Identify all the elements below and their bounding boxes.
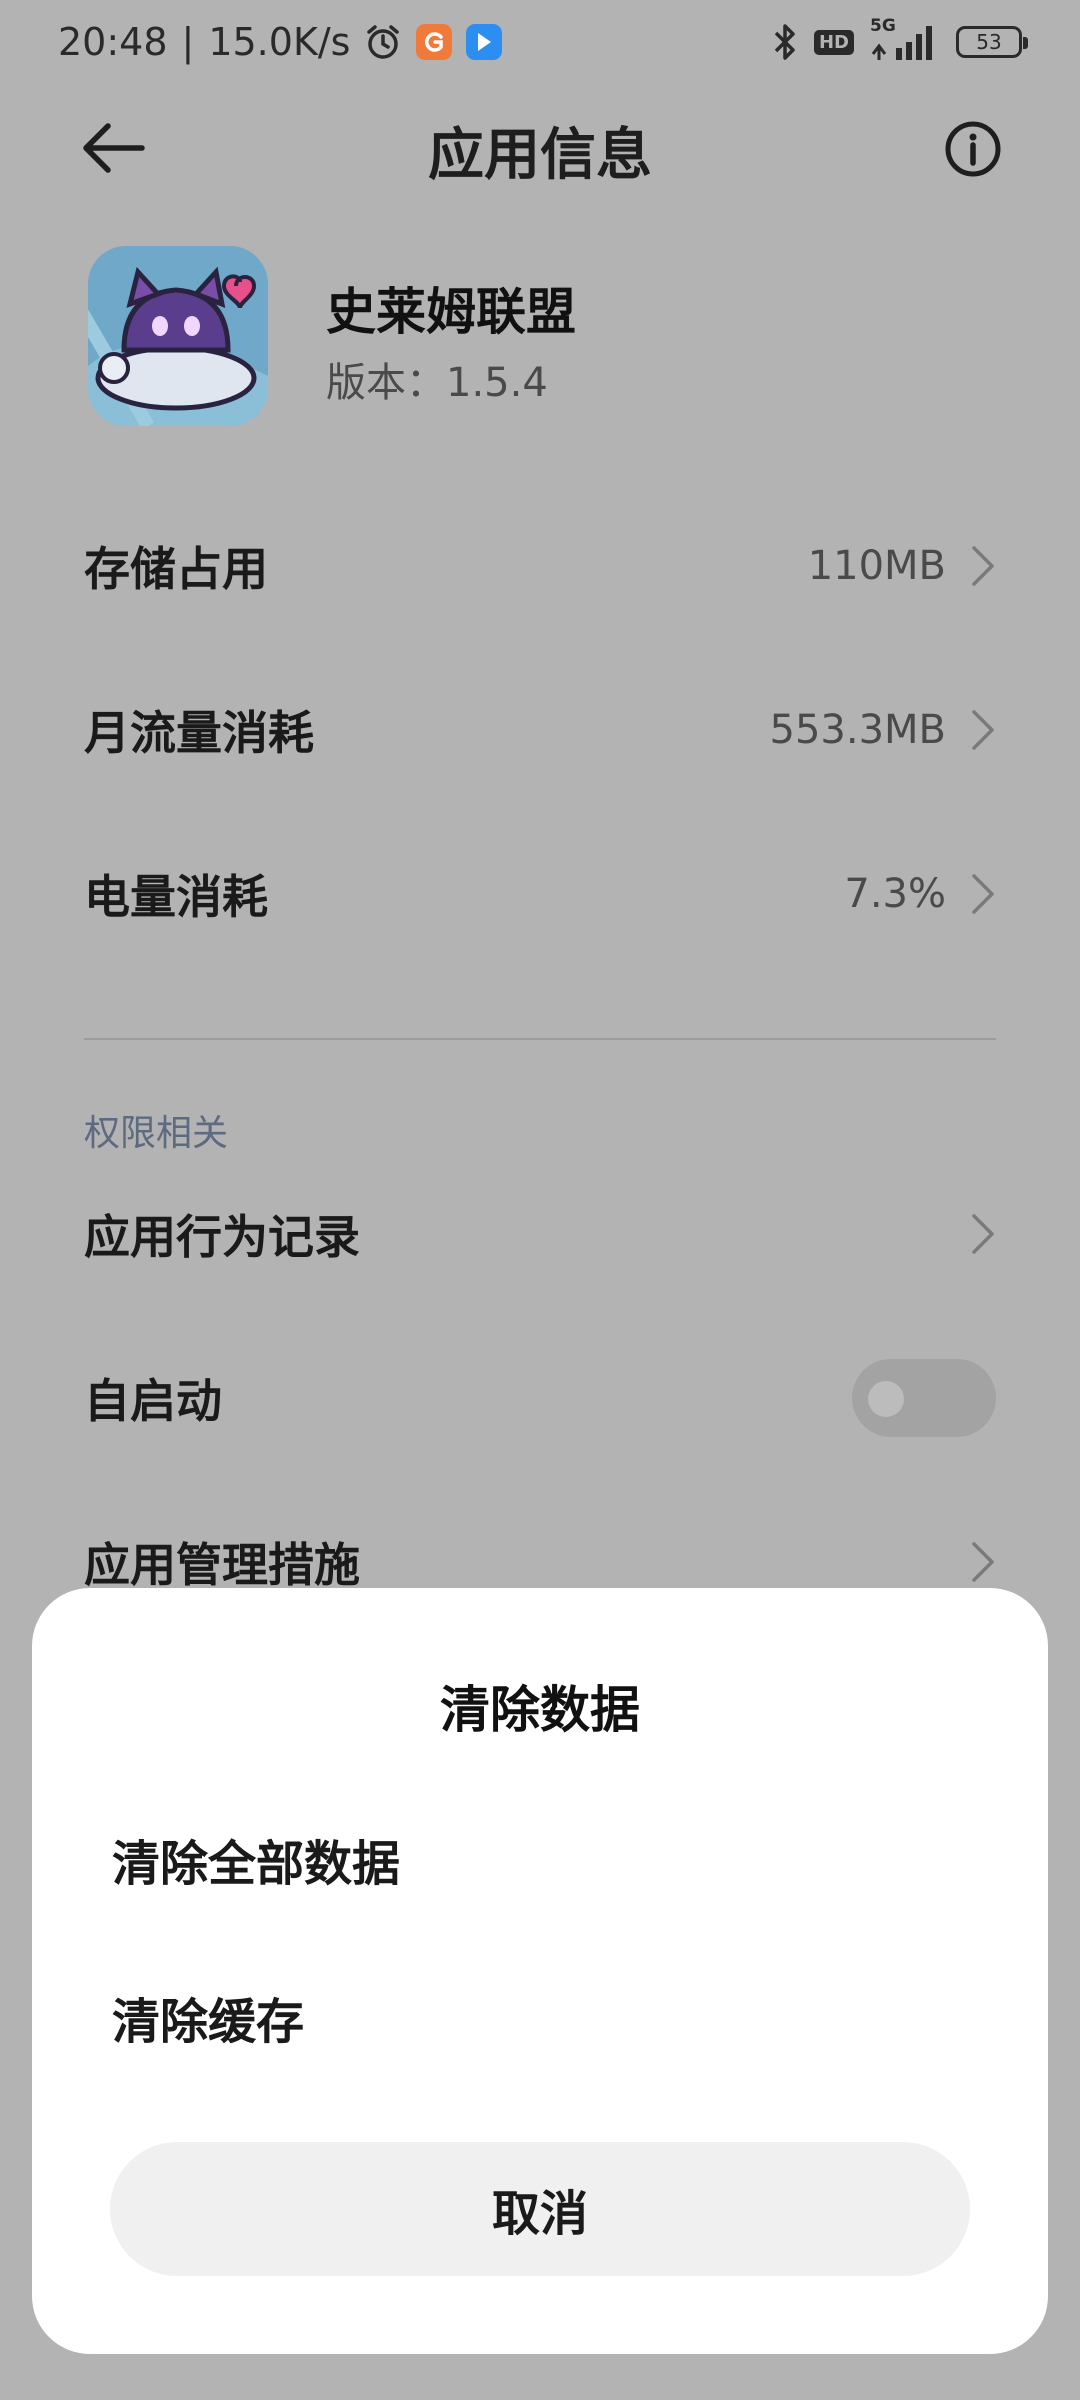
chevron-right-icon xyxy=(972,874,994,914)
row-label: 电量消耗 xyxy=(84,870,268,924)
bluetooth-icon xyxy=(772,22,798,62)
clear-all-data-option[interactable]: 清除全部数据 xyxy=(112,1814,972,1904)
clear-cache-option[interactable]: 清除缓存 xyxy=(112,1972,972,2062)
row-data-usage[interactable]: 月流量消耗 553.3MB xyxy=(84,680,996,780)
status-bar: 20:48 | 15.0K/s HD 5G 53 xyxy=(0,0,1080,84)
battery-icon: 53 xyxy=(956,26,1028,58)
network-type-label: 5G xyxy=(870,16,896,36)
row-label: 自启动 xyxy=(84,1374,222,1428)
row-label: 月流量消耗 xyxy=(84,706,314,760)
info-icon xyxy=(945,121,1001,177)
info-button[interactable] xyxy=(944,120,1002,178)
status-time: 20:48 xyxy=(58,20,168,64)
clear-data-dialog: 清除数据 清除全部数据 清除缓存 取消 xyxy=(32,1588,1048,2354)
page-title: 应用信息 xyxy=(428,123,652,188)
toggle-knob xyxy=(868,1381,904,1417)
divider xyxy=(84,1038,996,1040)
chevron-right-icon xyxy=(972,1542,994,1582)
row-storage[interactable]: 存储占用 110MB xyxy=(84,516,996,616)
chevron-right-icon xyxy=(972,546,994,586)
row-autostart: 自启动 xyxy=(84,1348,996,1448)
section-title-permissions: 权限相关 xyxy=(84,1113,229,1154)
header: 应用信息 xyxy=(0,96,1080,200)
row-label: 存储占用 xyxy=(84,542,268,596)
hd-icon: HD xyxy=(813,29,854,55)
app-name: 史莱姆联盟 xyxy=(326,283,576,341)
status-separator: | xyxy=(181,20,195,64)
alarm-icon xyxy=(364,23,402,61)
row-battery-usage[interactable]: 电量消耗 7.3% xyxy=(84,844,996,944)
signal-icon: 5G xyxy=(870,16,940,64)
row-app-behavior-log[interactable]: 应用行为记录 xyxy=(84,1184,996,1284)
row-value: 110MB xyxy=(807,543,946,589)
row-value: 553.3MB xyxy=(769,707,946,753)
app-icon xyxy=(88,246,268,426)
app-version: 版本：1.5.4 xyxy=(326,360,548,406)
row-label: 应用管理措施 xyxy=(84,1538,360,1592)
cancel-button[interactable]: 取消 xyxy=(110,2142,970,2276)
chevron-right-icon xyxy=(972,710,994,750)
chevron-right-icon xyxy=(972,1214,994,1254)
battery-level: 53 xyxy=(976,30,1002,54)
network-speed: 15.0K/s xyxy=(208,20,351,64)
dialog-title: 清除数据 xyxy=(440,1681,640,1739)
row-value: 7.3% xyxy=(844,871,946,917)
blue-app-icon xyxy=(466,24,503,60)
autostart-toggle[interactable] xyxy=(852,1359,996,1437)
orange-app-icon xyxy=(416,24,453,60)
row-label: 应用行为记录 xyxy=(84,1210,360,1264)
